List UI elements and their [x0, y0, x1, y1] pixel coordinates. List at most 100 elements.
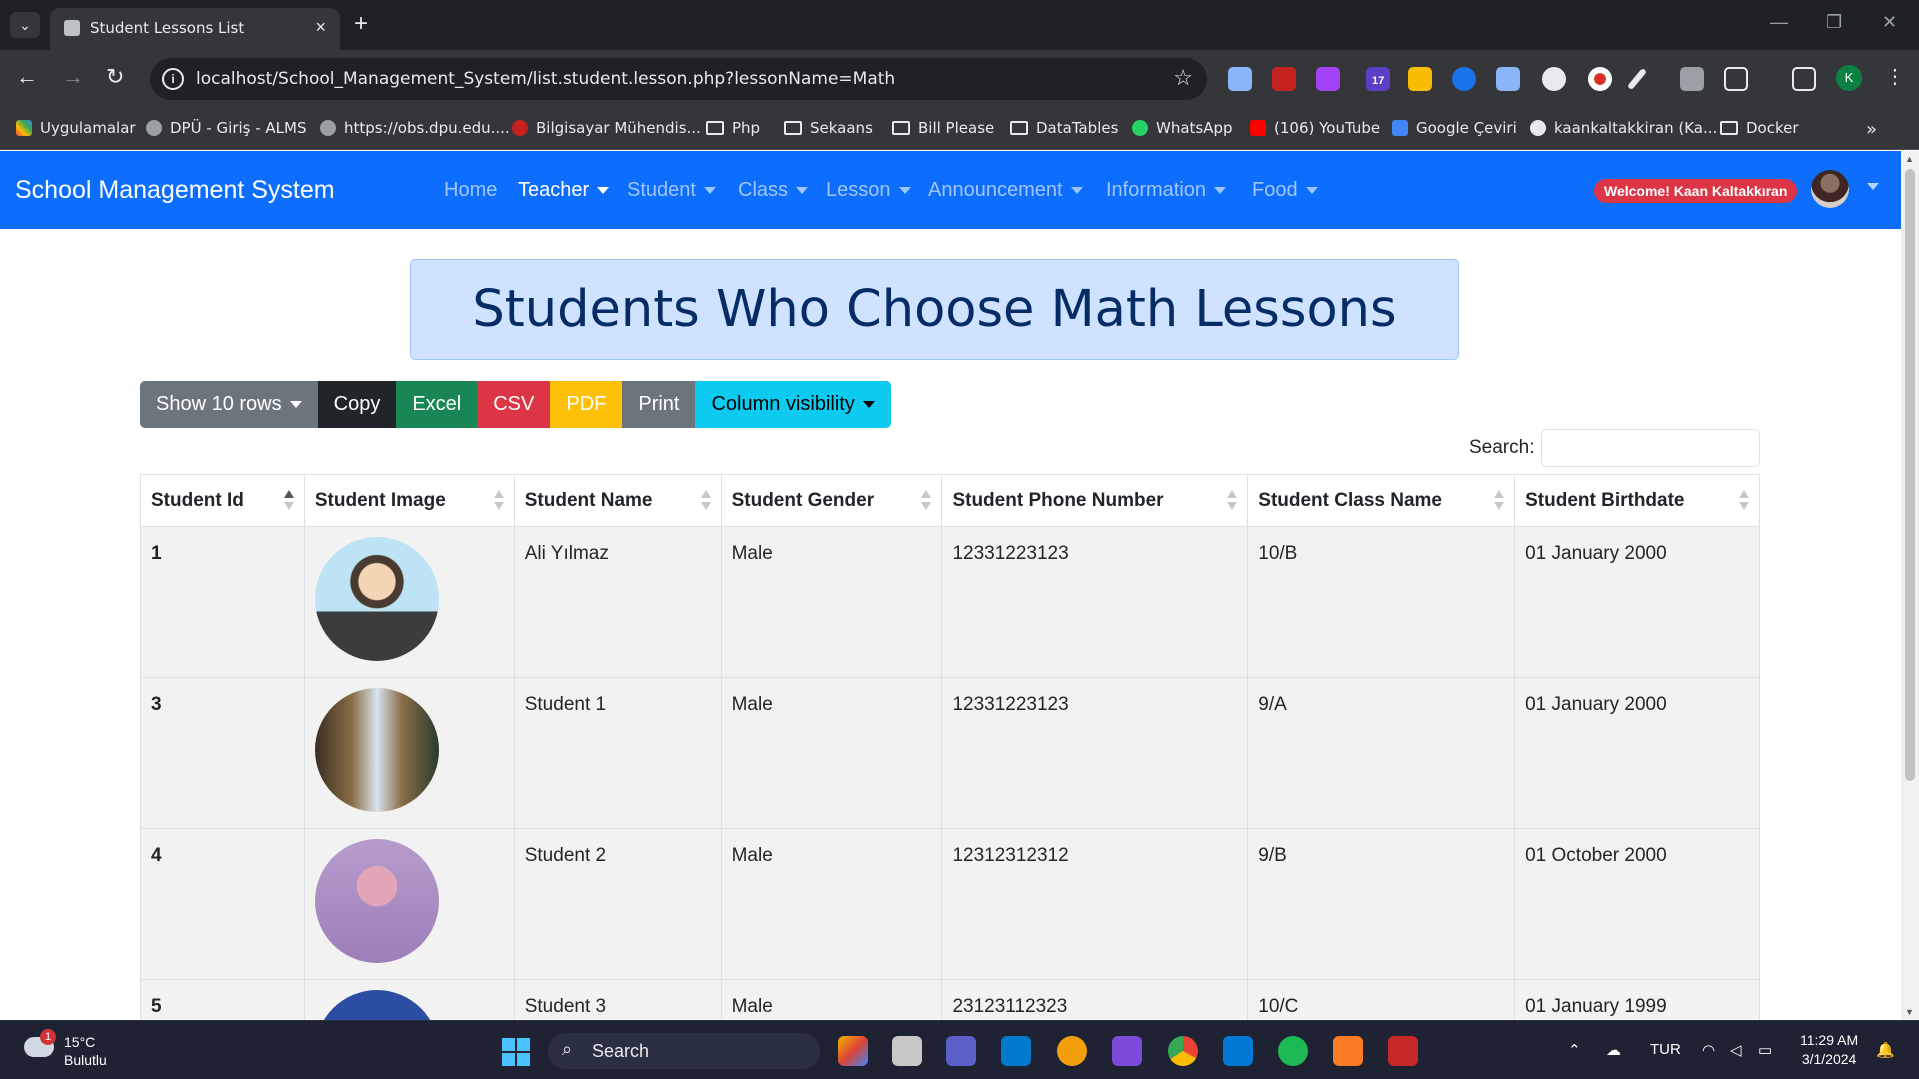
scroll-down-icon[interactable]: ▼: [1905, 1007, 1914, 1017]
bookmark-google-translate[interactable]: Google Çeviri: [1392, 119, 1517, 137]
minimize-icon[interactable]: —: [1770, 12, 1788, 33]
csv-button[interactable]: CSV: [477, 381, 551, 428]
sort-icon: [1227, 490, 1238, 512]
app-red-icon[interactable]: [1388, 1036, 1418, 1066]
bookmark-obs[interactable]: https://obs.dpu.edu....: [320, 119, 510, 137]
close-window-icon[interactable]: ✕: [1882, 12, 1897, 33]
nav-lesson[interactable]: Lesson: [826, 179, 911, 202]
bookmark-star-icon[interactable]: ☆: [1173, 65, 1193, 91]
bookmark-whatsapp[interactable]: WhatsApp: [1132, 119, 1233, 137]
page-scrollbar[interactable]: ▲ ▼: [1901, 151, 1919, 1020]
onedrive-icon[interactable]: ☁: [1606, 1041, 1621, 1059]
browser-tab[interactable]: Student Lessons List ×: [50, 8, 340, 50]
visual-studio-icon[interactable]: [1112, 1036, 1142, 1066]
col-student-phone[interactable]: Student Phone Number: [941, 474, 1249, 527]
spotify-icon[interactable]: [1278, 1036, 1308, 1066]
file-explorer-icon[interactable]: [892, 1036, 922, 1066]
student-photo: [314, 990, 439, 1020]
taskbar-search[interactable]: ⌕ Search: [548, 1033, 820, 1069]
wifi-icon[interactable]: ◠: [1702, 1041, 1715, 1059]
bookmark-dpu-alms[interactable]: DPÜ - Giriş - ALMS: [146, 119, 307, 137]
col-student-gender[interactable]: Student Gender: [720, 474, 943, 527]
bookmark-youtube[interactable]: (106) YouTube: [1250, 119, 1380, 137]
restore-icon[interactable]: ❐: [1826, 12, 1842, 33]
battery-icon[interactable]: ▭: [1758, 1041, 1772, 1059]
user-menu-caret-icon[interactable]: [1867, 183, 1879, 190]
bookmark-folder-docker[interactable]: Docker: [1720, 119, 1799, 137]
bookmark-folder-billplease[interactable]: Bill Please: [892, 119, 994, 137]
nav-student[interactable]: Student: [627, 179, 716, 202]
extensions-puzzle-icon[interactable]: [1724, 67, 1748, 91]
excel-button[interactable]: Excel: [396, 381, 478, 428]
vscode-icon[interactable]: [1001, 1036, 1031, 1066]
volume-icon[interactable]: ◁: [1730, 1041, 1742, 1059]
address-url[interactable]: localhost/School_Management_System/list.…: [196, 69, 895, 89]
copy-button[interactable]: Copy: [317, 381, 397, 428]
col-student-birthdate[interactable]: Student Birthdate: [1514, 474, 1760, 527]
forward-icon[interactable]: →: [62, 64, 84, 90]
nav-home[interactable]: Home: [444, 179, 497, 202]
ublock-icon[interactable]: [1272, 67, 1296, 91]
nav-teacher[interactable]: Teacher: [518, 179, 610, 202]
extension-badge-icon[interactable]: 17: [1366, 67, 1390, 91]
profile-avatar[interactable]: K: [1836, 65, 1862, 91]
extension-record-icon[interactable]: [1588, 67, 1612, 91]
app-orange-icon[interactable]: [1057, 1036, 1087, 1066]
scroll-up-icon[interactable]: ▲: [1905, 154, 1914, 164]
cell-gender: Male: [720, 677, 943, 829]
tab-close-icon[interactable]: ×: [315, 17, 326, 38]
bookmark-github[interactable]: kaankaltakkiran (Ka...: [1530, 119, 1717, 137]
tray-chevron-icon[interactable]: ⌃: [1568, 1041, 1581, 1059]
bookmark-label: DataTables: [1036, 119, 1119, 137]
show-rows-button[interactable]: Show 10 rows: [140, 381, 318, 428]
extension-brackets-icon[interactable]: [1316, 67, 1340, 91]
bookmark-folder-datatables[interactable]: DataTables: [1010, 119, 1118, 137]
app-store-icon[interactable]: [838, 1036, 868, 1066]
reload-icon[interactable]: ↻: [106, 64, 124, 90]
side-panel-icon[interactable]: [1792, 67, 1816, 91]
windows-start-icon[interactable]: [502, 1038, 530, 1066]
col-student-class[interactable]: Student Class Name: [1247, 474, 1516, 527]
bookmark-folder-php[interactable]: Php: [706, 119, 760, 137]
mail-icon[interactable]: [1223, 1036, 1253, 1066]
scrollbar-thumb[interactable]: [1905, 169, 1915, 781]
cell-class: 9/B: [1247, 828, 1516, 980]
notification-bell-icon[interactable]: 🔔: [1876, 1041, 1895, 1059]
extension-edge-icon[interactable]: [1452, 67, 1476, 91]
site-brand[interactable]: School Management System: [15, 176, 335, 205]
col-student-name[interactable]: Student Name: [513, 474, 722, 527]
print-button[interactable]: Print: [622, 381, 696, 428]
language-indicator[interactable]: TUR: [1650, 1041, 1681, 1058]
user-avatar[interactable]: [1811, 170, 1849, 208]
nav-food[interactable]: Food: [1252, 179, 1318, 202]
nav-announcement[interactable]: Announcement: [928, 179, 1083, 202]
address-bar[interactable]: i localhost/School_Management_System/lis…: [150, 58, 1207, 100]
eyedropper-icon[interactable]: [1626, 67, 1648, 91]
extension-pen-icon[interactable]: [1228, 67, 1252, 91]
menu-kebab-icon[interactable]: ⋮: [1885, 64, 1905, 89]
back-icon[interactable]: ←: [16, 64, 38, 90]
site-info-icon[interactable]: i: [162, 68, 184, 90]
extension-circle-icon[interactable]: [1542, 67, 1566, 91]
bookmark-folder-sekaans[interactable]: Sekaans: [784, 119, 873, 137]
search-input[interactable]: [1541, 429, 1760, 467]
site-logo-icon: [512, 120, 528, 136]
extension-w-icon[interactable]: [1408, 67, 1432, 91]
xampp-icon[interactable]: [1333, 1036, 1363, 1066]
bookmark-bilgisayar[interactable]: Bilgisayar Mühendis...: [512, 119, 701, 137]
col-student-id[interactable]: Student Id: [140, 474, 305, 527]
chrome-icon[interactable]: [1168, 1036, 1198, 1066]
taskbar-clock[interactable]: 11:29 AM 3/1/2024: [1800, 1031, 1858, 1069]
shield-icon[interactable]: [1680, 67, 1704, 91]
nav-information[interactable]: Information: [1106, 179, 1227, 202]
teams-icon[interactable]: [946, 1036, 976, 1066]
pdf-button[interactable]: PDF: [550, 381, 623, 428]
nav-class[interactable]: Class: [738, 179, 809, 202]
col-student-image[interactable]: Student Image: [303, 474, 515, 527]
extension-doc-icon[interactable]: [1496, 67, 1520, 91]
column-visibility-button[interactable]: Column visibility: [695, 381, 891, 428]
bookmarks-overflow-icon[interactable]: »: [1866, 119, 1877, 140]
bookmark-apps[interactable]: Uygulamalar: [16, 119, 136, 137]
tab-search-icon[interactable]: ⌄: [10, 12, 40, 38]
new-tab-icon[interactable]: +: [354, 10, 368, 38]
